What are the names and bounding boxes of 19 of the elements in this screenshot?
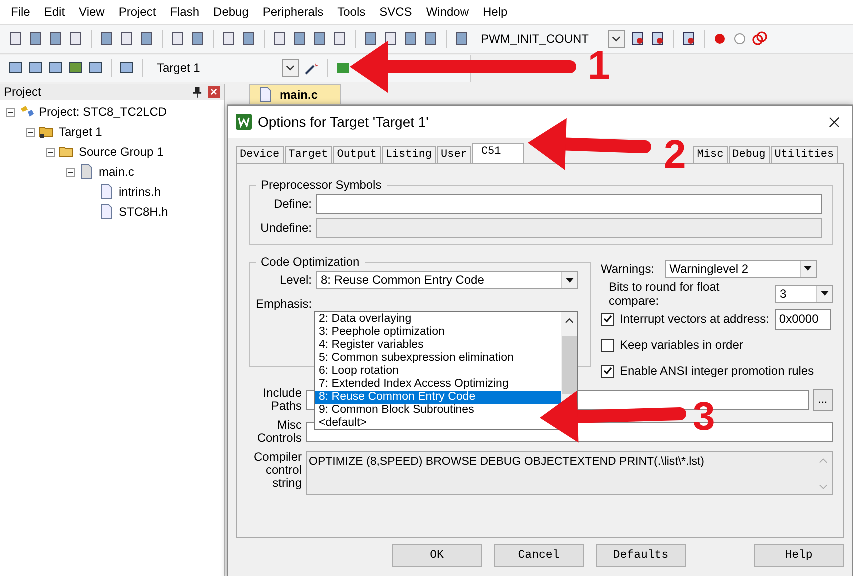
field-label: Level: [278, 273, 312, 287]
field-label: Undefine: [260, 221, 312, 235]
group-title: Preprocessor Symbols [260, 178, 383, 192]
field-label: Bits to round for float compare: [609, 280, 721, 308]
field-label: Warnings: [601, 262, 655, 276]
annotation-number: 2 [664, 133, 686, 177]
annotation-number: 3 [693, 395, 716, 439]
group-title: Code Optimization [260, 255, 361, 269]
checkbox-label: Enable ANSI integer promotion rules [620, 364, 814, 378]
field-label: Include Paths [262, 387, 302, 413]
field-label: Compiler control string [252, 451, 302, 490]
checkbox-label: Keep variables in order [620, 338, 744, 352]
field-label: Emphasis: [256, 297, 312, 311]
panel-title: Project [4, 85, 42, 99]
checkbox-label: Interrupt vectors at address: [620, 312, 770, 326]
field-label: Misc Controls [256, 419, 302, 445]
annotation-number: 1 [588, 44, 610, 88]
dialog-title: Options for Target 'Target 1' [258, 114, 430, 130]
field-label: Define: [272, 197, 312, 211]
